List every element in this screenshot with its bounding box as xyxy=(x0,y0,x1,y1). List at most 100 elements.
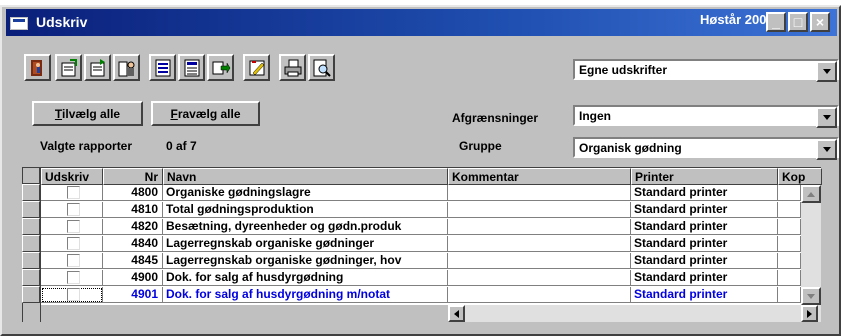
col-header-print[interactable]: Udskriv xyxy=(41,168,103,185)
cell-name[interactable]: Lagerregnskab organiske gødninger, hov xyxy=(163,253,448,269)
cell-printer[interactable]: Standard printer xyxy=(631,185,778,201)
row-selector[interactable] xyxy=(22,184,40,201)
row-selector[interactable] xyxy=(22,201,40,218)
cell-printer[interactable]: Standard printer xyxy=(631,270,778,286)
cell-nr[interactable]: 4901 xyxy=(103,287,163,303)
cell-comment[interactable] xyxy=(448,287,631,303)
cell-nr[interactable]: 4800 xyxy=(103,185,163,201)
cell-nr[interactable]: 4810 xyxy=(103,202,163,218)
cell-name[interactable]: Organiske gødningslagre xyxy=(163,185,448,201)
scroll-up-button[interactable] xyxy=(801,185,821,203)
cell-printer[interactable]: Standard printer xyxy=(631,253,778,269)
print-checkbox[interactable] xyxy=(67,220,80,233)
table-row[interactable]: 4800 Organiske gødningslagre Standard prin… xyxy=(41,185,821,201)
scroll-down-button[interactable] xyxy=(801,287,821,305)
print-checkbox[interactable] xyxy=(67,254,80,267)
print-button[interactable] xyxy=(279,54,306,81)
row-selector[interactable] xyxy=(22,218,40,235)
print-checkbox-cell[interactable] xyxy=(41,185,103,201)
select-all-button[interactable]: Tilvælg alle xyxy=(32,101,143,126)
print-preview-icon xyxy=(313,59,331,77)
report-set-select[interactable]: Egne udskrifter xyxy=(573,59,839,82)
col-header-printer[interactable]: Printer xyxy=(631,168,778,185)
horizontal-scrollbar[interactable] xyxy=(448,305,821,322)
cell-nr[interactable]: 4840 xyxy=(103,236,163,252)
cell-copies[interactable] xyxy=(778,185,801,201)
scroll-left-button[interactable] xyxy=(448,305,465,322)
print-checkbox[interactable] xyxy=(67,203,80,216)
report-owner-button[interactable] xyxy=(113,54,140,81)
cell-name[interactable]: Dok. for salg af husdyrgødning m/notat xyxy=(163,287,448,303)
close-button[interactable]: × xyxy=(810,12,830,32)
col-header-comment[interactable]: Kommentar xyxy=(448,168,631,185)
copy-report-button[interactable] xyxy=(84,54,111,81)
table-row[interactable]: 4845 Lagerregnskab organiske gødninger, h… xyxy=(41,253,821,269)
table-row[interactable]: 4810 Total gødningsproduktion Standard pri… xyxy=(41,202,821,218)
deselect-all-button[interactable]: Fravælg alle xyxy=(151,101,260,126)
col-header-nr[interactable]: Nr xyxy=(103,168,163,185)
print-checkbox[interactable] xyxy=(67,237,80,250)
cell-nr[interactable]: 4845 xyxy=(103,253,163,269)
printer-icon xyxy=(284,59,301,76)
group-label: Gruppe xyxy=(459,139,502,153)
report-set-dropdown-arrow[interactable] xyxy=(816,61,837,82)
maximize-button[interactable]: □ xyxy=(788,12,808,32)
print-checkbox-cell[interactable] xyxy=(41,202,103,218)
limits-dropdown-arrow[interactable] xyxy=(816,107,837,128)
cell-printer[interactable]: Standard printer xyxy=(631,236,778,252)
group-select[interactable]: Organisk gødning xyxy=(573,137,839,160)
cell-name[interactable]: Lagerregnskab organiske gødninger xyxy=(163,236,448,252)
group-dropdown-arrow[interactable] xyxy=(816,139,837,160)
table-row[interactable]: 4900 Dok. for salg af husdyrgødning Standa… xyxy=(41,270,821,286)
edit-button[interactable] xyxy=(243,54,270,81)
print-checkbox-cell[interactable] xyxy=(41,236,103,252)
print-checkbox[interactable] xyxy=(67,186,80,199)
cell-name[interactable]: Dok. for salg af husdyrgødning xyxy=(163,270,448,286)
print-checkbox-cell[interactable] xyxy=(41,253,103,269)
table-row[interactable]: 4840 Lagerregnskab organiske gødninger Sta… xyxy=(41,236,821,252)
exit-button[interactable] xyxy=(24,54,51,81)
scroll-right-button[interactable] xyxy=(801,305,818,322)
cell-printer[interactable]: Standard printer xyxy=(631,202,778,218)
cell-nr[interactable]: 4820 xyxy=(103,219,163,235)
print-checkbox-cell[interactable] xyxy=(41,219,103,235)
row-selector[interactable] xyxy=(22,269,40,286)
cell-comment[interactable] xyxy=(448,236,631,252)
cell-comment[interactable] xyxy=(448,185,631,201)
limits-select[interactable]: Ingen xyxy=(573,105,839,128)
cell-printer[interactable]: Standard printer xyxy=(631,287,778,303)
cell-comment[interactable] xyxy=(448,253,631,269)
cell-name[interactable]: Besætning, dyreenheder og gødn.produk xyxy=(163,219,448,235)
cell-comment[interactable] xyxy=(448,219,631,235)
detail-view-button[interactable] xyxy=(178,54,205,81)
edit-report-button[interactable] xyxy=(55,54,82,81)
print-checkbox[interactable] xyxy=(67,288,80,301)
row-selector[interactable] xyxy=(22,235,40,252)
row-selector[interactable] xyxy=(22,252,40,269)
print-preview-button[interactable] xyxy=(308,54,335,81)
list-view-button[interactable] xyxy=(149,54,176,81)
cell-copies[interactable] xyxy=(778,270,801,286)
vertical-scrollbar[interactable] xyxy=(801,185,821,305)
table-row[interactable]: 4901 Dok. for salg af husdyrgødning m/not… xyxy=(41,287,821,303)
col-header-copies[interactable]: Kop xyxy=(778,168,822,185)
row-selector[interactable] xyxy=(22,286,40,303)
cell-copies[interactable] xyxy=(778,219,801,235)
cell-name[interactable]: Total gødningsproduktion xyxy=(163,202,448,218)
cell-copies[interactable] xyxy=(778,253,801,269)
cell-copies[interactable] xyxy=(778,236,801,252)
chevron-right-icon xyxy=(807,309,812,318)
minimize-button[interactable]: _ xyxy=(766,12,786,32)
cell-copies[interactable] xyxy=(778,202,801,218)
export-button[interactable] xyxy=(207,54,234,81)
cell-nr[interactable]: 4900 xyxy=(103,270,163,286)
print-checkbox-cell[interactable] xyxy=(41,270,103,286)
col-header-name[interactable]: Navn xyxy=(163,168,448,185)
cell-copies[interactable] xyxy=(778,287,801,303)
cell-printer[interactable]: Standard printer xyxy=(631,219,778,235)
print-checkbox-cell[interactable] xyxy=(41,287,103,303)
cell-comment[interactable] xyxy=(448,202,631,218)
cell-comment[interactable] xyxy=(448,270,631,286)
print-checkbox[interactable] xyxy=(67,271,80,284)
table-row[interactable]: 4820 Besætning, dyreenheder og gødn.produ… xyxy=(41,219,821,235)
